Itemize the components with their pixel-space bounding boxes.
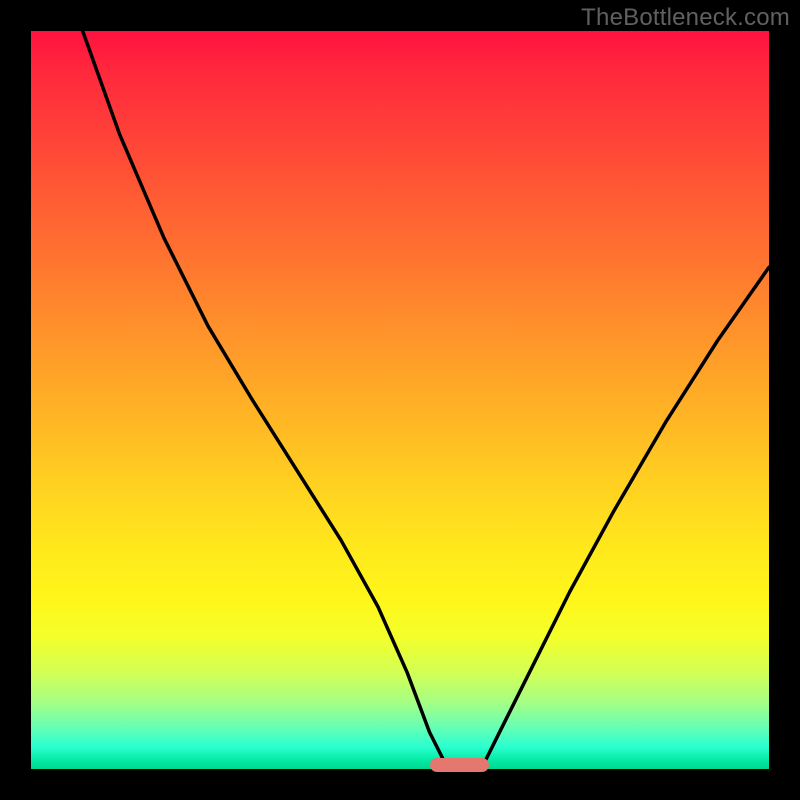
bottleneck-curve [31, 31, 769, 769]
plot-area [31, 31, 769, 769]
optimal-marker [430, 758, 489, 772]
chart-frame: TheBottleneck.com [0, 0, 800, 800]
curve-left-arm [83, 31, 448, 769]
curve-right-arm [481, 267, 769, 769]
watermark-text: TheBottleneck.com [581, 4, 790, 32]
